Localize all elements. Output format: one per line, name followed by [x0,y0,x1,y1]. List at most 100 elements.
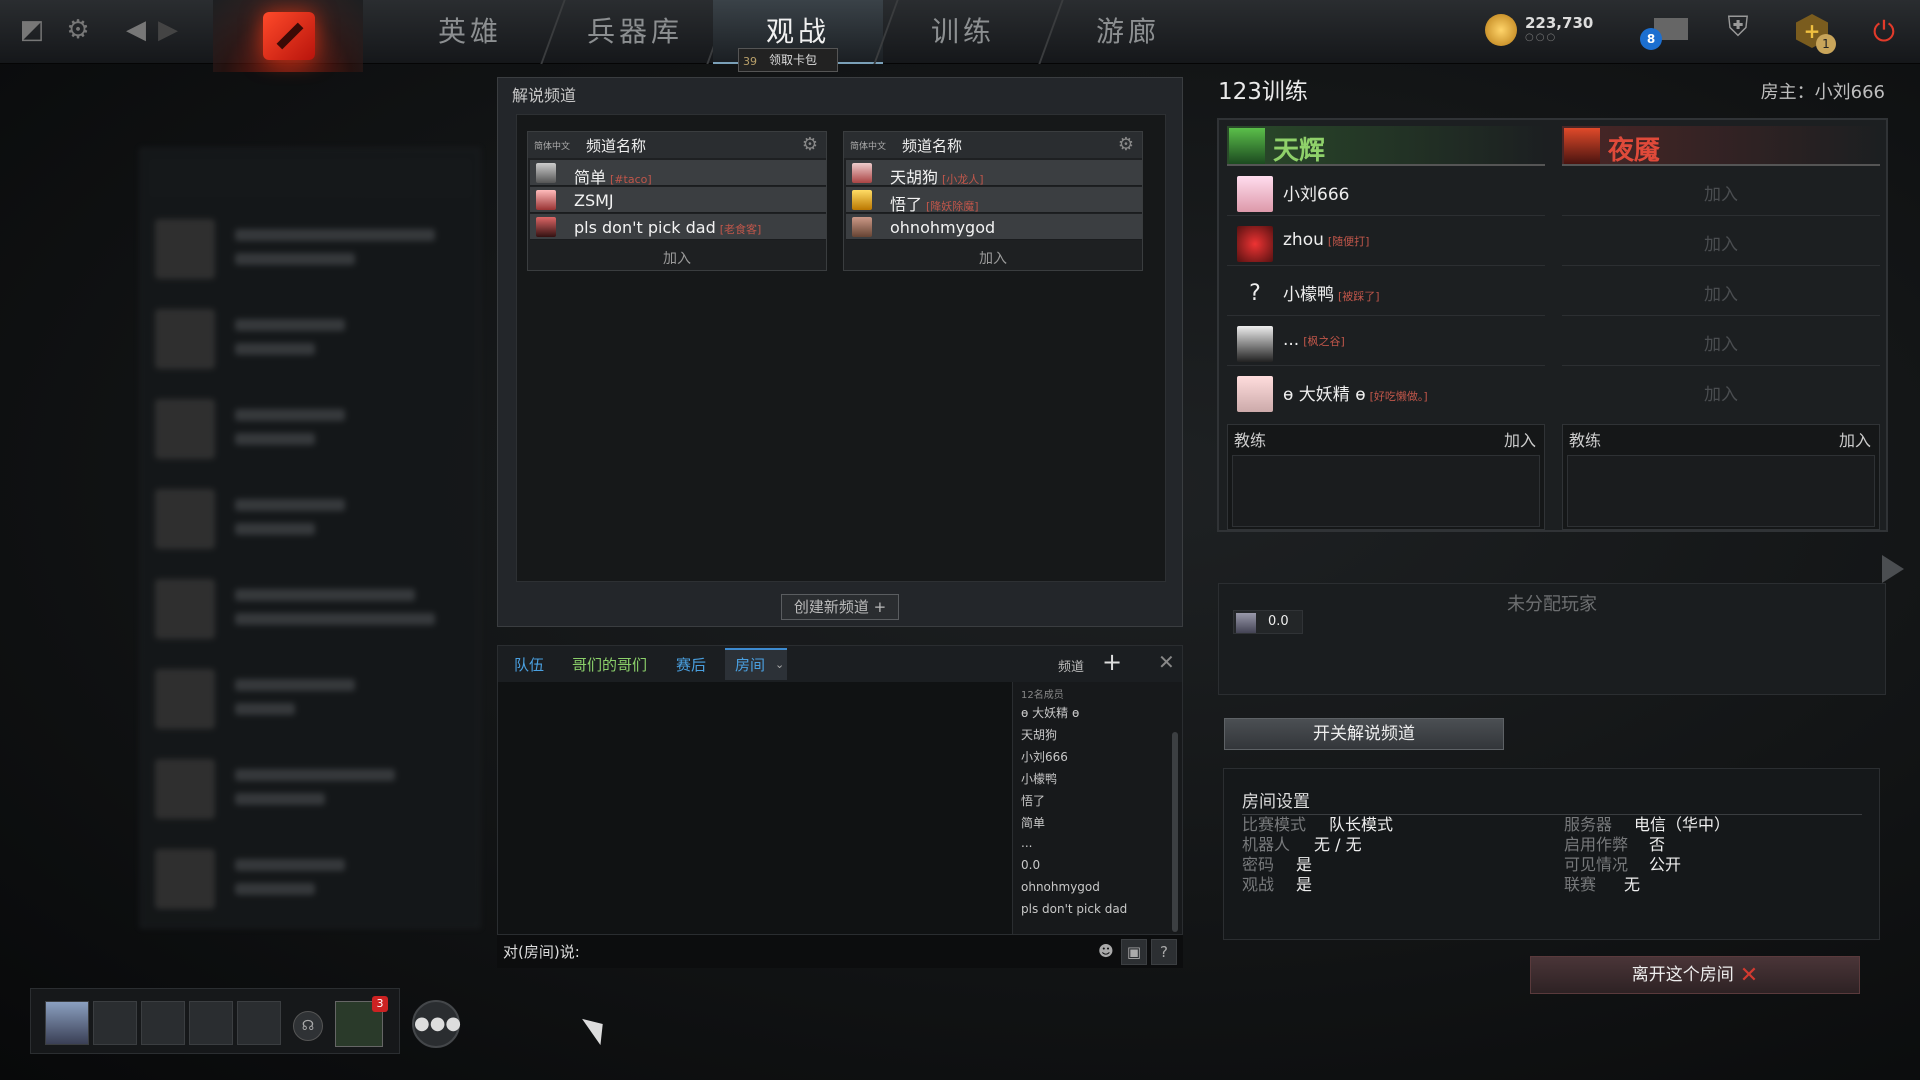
player-name: 小檬鸭 [1283,285,1334,305]
emoji-icon[interactable]: ☻ [1093,939,1119,965]
tab-room[interactable]: 房间 [735,654,765,675]
forward-arrow-icon[interactable]: ▶ [150,12,186,48]
player-slot[interactable]: ? 小檬鸭 [被踩了] [1227,268,1545,316]
member-scrollbar[interactable] [1172,732,1178,932]
tab-team[interactable]: 队伍 [514,654,544,675]
channel-member[interactable]: 简单 [#taco] [530,160,826,187]
join-slot-button[interactable]: 加入 [1562,180,1880,205]
tab-friends[interactable]: 哥们的哥们 [572,654,647,675]
member-item[interactable]: 小刘666 [1021,748,1068,765]
coach-join-button[interactable]: 加入 [1839,427,1871,451]
party-slot-empty[interactable] [93,1001,137,1045]
gold-counter[interactable]: 223,730 ○○○ [1485,10,1613,50]
empty-slot[interactable]: 加入 [1562,318,1880,366]
armory-icon[interactable]: ⛨ [1718,10,1758,50]
screenshot-icon[interactable]: ▣ [1121,939,1147,965]
party-slot-empty[interactable] [189,1001,233,1045]
player-slot[interactable]: zhou [随便打] [1227,218,1545,266]
play-arrow-icon[interactable] [1882,555,1904,583]
join-slot-button[interactable]: 加入 [1562,330,1880,355]
channel-member[interactable]: 悟了 [降妖除魔] [846,187,1142,214]
gold-value: 223,730 [1525,14,1594,32]
channel-label[interactable]: 频道 [1058,656,1084,675]
player-name: 小刘666 [1283,185,1350,205]
nav-arcade[interactable]: 游廊 [1043,0,1213,64]
party-slot-self[interactable] [45,1001,89,1045]
mouse-cursor-icon [582,1010,612,1046]
trading-card-button[interactable]: 3 [335,996,388,1047]
headset-icon[interactable]: ☊ [293,1011,323,1041]
toggle-broadcast-button[interactable]: 开关解说频道 [1224,718,1504,750]
empty-slot[interactable]: 加入 [1562,268,1880,316]
dota-plus-button[interactable]: + 1 [1790,10,1840,54]
back-arrow-icon[interactable]: ◀ [118,12,154,48]
room-settings: 房间设置 比赛模式 队长模式 机器人 无 / 无 密码 是 观战 是 服务器 电… [1223,768,1880,940]
dota-logo-button[interactable] [213,0,363,72]
chat-input[interactable]: 对(房间)说: ☻ ▣ ? [497,934,1183,968]
dota-logo-icon [263,12,315,60]
member-item[interactable]: 小檬鸭 [1021,770,1057,787]
member-name: 简单 [574,168,607,187]
join-slot-button[interactable]: 加入 [1562,230,1880,255]
broadcast-channel-2: 简体中文 频道名称 ⚙ 天胡狗 [小龙人] 悟了 [降妖除魔] ohnohmygod… [843,131,1143,271]
avatar [1237,326,1273,362]
coach-slot[interactable] [1232,455,1540,527]
channel-member[interactable]: ZSMJ [530,187,826,213]
claim-pack-tooltip[interactable]: 39 领取卡包 [738,48,838,72]
avatar [852,217,872,237]
member-item[interactable]: ohnohmygod [1021,880,1100,894]
setting-key: 联赛 [1564,875,1597,894]
coach-join-button[interactable]: 加入 [1504,427,1536,451]
channel-join-button[interactable]: 加入 [528,248,826,268]
player-slot[interactable]: 小刘666 [1227,168,1545,216]
empty-slot[interactable]: 加入 [1562,168,1880,216]
coach-slot[interactable] [1567,455,1875,527]
member-item[interactable]: pls don't pick dad [1021,902,1127,916]
group-icon[interactable]: ●●● [412,1000,461,1048]
chevron-down-icon[interactable]: ⌄ [775,658,784,671]
member-item[interactable]: 0.0 [1021,858,1040,872]
gear-icon[interactable]: ⚙ [60,12,96,48]
channel-join-button[interactable]: 加入 [844,248,1142,268]
empty-slot[interactable]: 加入 [1562,368,1880,416]
gear-icon[interactable]: ⚙ [1118,134,1134,155]
channel-member[interactable]: pls don't pick dad [老食客] [530,214,826,240]
member-item[interactable]: 简单 [1021,814,1045,831]
member-item[interactable]: ɵ 大妖精 ɵ [1021,704,1079,721]
unassigned-player[interactable]: 0.0 [1233,610,1303,634]
create-channel-button[interactable]: 创建新频道 + [781,594,899,620]
mail-button[interactable]: 8 [1640,10,1690,50]
player-slot[interactable]: ɵ 大妖精 ɵ [好吃懒做。] [1227,368,1545,416]
party-slot-empty[interactable] [237,1001,281,1045]
channel-name: 频道名称 [902,137,963,155]
join-slot-button[interactable]: 加入 [1562,380,1880,405]
party-slot-empty[interactable] [141,1001,185,1045]
player-tag: [被踩了] [1338,290,1380,303]
top-nav-bar: ◩ ⚙ ◀ ▶ 英雄 兵器库 观战 训练 游廊 223,730 ○○○ 8 ⛨ … [0,0,1920,72]
nav-armory[interactable]: 兵器库 [550,0,720,64]
channel-member[interactable]: ohnohmygod [846,214,1142,240]
add-channel-icon[interactable]: + [1102,648,1122,676]
member-item[interactable]: 悟了 [1021,792,1045,809]
dire-name: 夜魇 [1608,136,1661,166]
nav-heroes[interactable]: 英雄 [385,0,555,64]
gear-icon[interactable]: ⚙ [802,134,818,155]
member-item[interactable]: ... [1021,836,1032,850]
nav-learn[interactable]: 训练 [878,0,1048,64]
avatar [1237,376,1273,412]
channel-header: 简体中文 频道名称 ⚙ [528,132,826,158]
leave-room-button[interactable]: 离开这个房间 ✕ [1530,956,1860,994]
player-slot[interactable]: ... [枫之谷] [1227,318,1545,366]
dota-menu-icon[interactable]: ◩ [14,12,50,48]
empty-slot[interactable]: 加入 [1562,218,1880,266]
broadcaster-panel: 解说频道 简体中文 频道名称 ⚙ 简单 [#taco] ZSMJ pls don'… [497,77,1183,627]
tab-postgame[interactable]: 赛后 [676,654,706,675]
join-slot-button[interactable]: 加入 [1562,280,1880,305]
chat-member-list: 12名成员 ɵ 大妖精 ɵ 天胡狗 小刘666 小檬鸭 悟了 简单 ... 0.… [1012,682,1182,968]
close-icon[interactable]: ✕ [1158,650,1175,674]
help-icon[interactable]: ? [1151,939,1177,965]
member-item[interactable]: 天胡狗 [1021,726,1057,743]
channel-member[interactable]: 天胡狗 [小龙人] [846,160,1142,187]
power-icon[interactable]: ⏻ [1864,12,1904,52]
broadcast-channel-1: 简体中文 频道名称 ⚙ 简单 [#taco] ZSMJ pls don't pic… [527,131,827,271]
